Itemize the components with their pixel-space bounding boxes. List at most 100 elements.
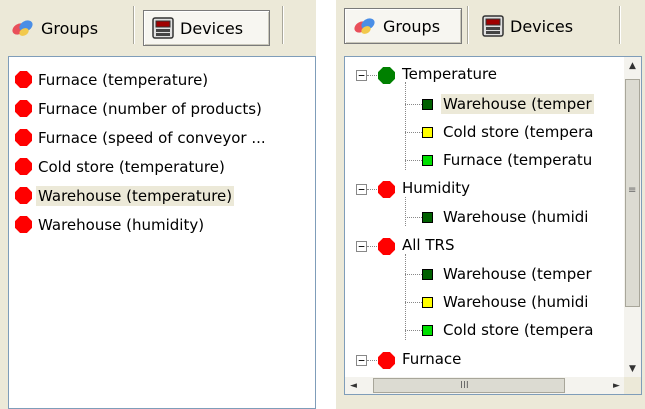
- tree-connector: [405, 132, 422, 133]
- tree-group-humidity[interactable]: − Humidity: [345, 176, 625, 204]
- tree-leaf[interactable]: Warehouse (humidi: [345, 289, 625, 317]
- collapse-icon[interactable]: −: [356, 70, 367, 81]
- list-item-selected[interactable]: Warehouse (temperature): [15, 181, 309, 210]
- tab-devices[interactable]: Devices: [481, 8, 611, 44]
- tree-connector: [367, 75, 377, 76]
- tab-separator: [282, 6, 284, 44]
- collapse-icon[interactable]: −: [356, 241, 367, 252]
- groups-icon: [353, 16, 377, 36]
- tree-connector: [367, 246, 377, 247]
- tree-connector: [367, 189, 377, 190]
- scroll-down-icon[interactable]: ▼: [624, 360, 641, 377]
- scroll-left-icon[interactable]: ◄: [345, 377, 362, 394]
- tree-group-label: Furnace: [402, 350, 462, 368]
- list-item[interactable]: Warehouse (humidity): [15, 210, 309, 239]
- tab-devices-label: Devices: [180, 18, 244, 38]
- devices-icon: [152, 17, 174, 39]
- scrollbar-thumb[interactable]: III: [373, 378, 565, 393]
- tree-leaf-label: Warehouse (humidi: [443, 293, 589, 311]
- device-color-square-icon: [422, 269, 433, 280]
- collapse-icon[interactable]: −: [356, 355, 367, 366]
- tab-groups[interactable]: Groups: [344, 8, 462, 44]
- scrollbar-corner: [624, 377, 641, 394]
- status-red-icon: [378, 181, 395, 198]
- tree-group-all-trs[interactable]: − All TRS: [345, 233, 625, 261]
- status-red-icon: [378, 352, 395, 369]
- status-red-icon: [15, 100, 32, 117]
- status-red-icon: [378, 238, 395, 255]
- tree-group-label: Temperature: [402, 65, 498, 83]
- device-color-square-icon: [422, 155, 433, 166]
- devices-list[interactable]: Furnace (temperature) Furnace (number of…: [8, 56, 316, 409]
- tree-connector: [405, 217, 422, 218]
- tree-leaf[interactable]: Warehouse (humidi: [345, 204, 625, 232]
- list-item[interactable]: Furnace (number of products): [15, 94, 309, 123]
- tab-bar: Groups Devices: [0, 0, 316, 56]
- status-red-icon: [15, 187, 32, 204]
- tab-groups[interactable]: Groups: [10, 10, 128, 46]
- tab-bar: Groups Devices: [336, 0, 645, 56]
- scroll-up-icon[interactable]: ▲: [624, 57, 641, 74]
- tab-devices[interactable]: Devices: [143, 10, 270, 46]
- list-item-label: Furnace (temperature): [38, 70, 209, 89]
- tree-leaf-selected[interactable]: Warehouse (temper: [345, 91, 625, 119]
- device-color-square-icon: [422, 127, 433, 138]
- tree-group-temperature[interactable]: − Temperature: [345, 62, 625, 90]
- tree-connector: [405, 302, 422, 303]
- device-color-square-icon: [422, 325, 433, 336]
- groups-icon: [11, 18, 35, 38]
- tab-separator: [467, 6, 469, 44]
- tree-leaf[interactable]: Cold store (tempera: [345, 119, 625, 147]
- tree-leaf[interactable]: Cold store (tempera: [345, 317, 625, 345]
- tree-group-label: Humidity: [402, 179, 471, 197]
- horizontal-scrollbar[interactable]: ◄ III ►: [345, 377, 625, 394]
- scrollbar-thumb[interactable]: ≡: [625, 79, 640, 307]
- groups-tree[interactable]: − Temperature Warehouse (temper Cold sto…: [344, 56, 642, 395]
- tree-leaf-label: Furnace (temperatu: [443, 151, 593, 169]
- device-color-square-icon: [422, 99, 433, 110]
- tree-connector: [367, 360, 377, 361]
- tree-connector: [405, 274, 422, 275]
- tab-groups-label: Groups: [41, 18, 99, 38]
- tree-connector: [405, 104, 422, 105]
- tree-leaf-label: Warehouse (humidi: [443, 208, 589, 226]
- tree-leaf[interactable]: Furnace (temperatu: [345, 147, 625, 175]
- list-item-label: Warehouse (temperature): [36, 185, 235, 206]
- devices-panel: Groups Devices Furnace (temperature) Fur…: [0, 0, 316, 409]
- list-item[interactable]: Cold store (temperature): [15, 152, 309, 181]
- devices-icon: [482, 15, 504, 37]
- tree-connector: [405, 330, 422, 331]
- device-color-square-icon: [422, 212, 433, 223]
- vertical-scrollbar[interactable]: ▲ ≡ ▼: [624, 57, 641, 377]
- tree-view: − Temperature Warehouse (temper Cold sto…: [345, 57, 625, 377]
- device-color-square-icon: [422, 297, 433, 308]
- list-item-label: Furnace (speed of conveyor ...: [38, 128, 266, 147]
- tree-connector: [405, 160, 422, 161]
- tab-separator: [619, 6, 621, 44]
- tree-leaf-label: Cold store (tempera: [443, 321, 594, 339]
- tree-leaf-label: Warehouse (temper: [441, 94, 594, 114]
- tab-devices-label: Devices: [510, 16, 574, 36]
- status-red-icon: [15, 216, 32, 233]
- list-item-label: Furnace (number of products): [38, 99, 262, 118]
- list-item-label: Cold store (temperature): [38, 157, 225, 176]
- status-red-icon: [15, 71, 32, 88]
- groups-panel: Groups Devices − Temperature Warehouse (…: [336, 0, 645, 409]
- tree-leaf[interactable]: Warehouse (temper: [345, 261, 625, 289]
- tree-group-label: All TRS: [402, 236, 455, 254]
- grip-icon: III: [460, 380, 469, 391]
- tree-leaf-label: Cold store (tempera: [443, 123, 594, 141]
- tree-group-furnace[interactable]: − Furnace: [345, 347, 625, 375]
- status-red-icon: [15, 129, 32, 146]
- status-green-icon: [378, 67, 395, 84]
- grip-icon: ≡: [628, 185, 637, 196]
- status-red-icon: [15, 158, 32, 175]
- tab-groups-label: Groups: [383, 16, 441, 36]
- list-item[interactable]: Furnace (speed of conveyor ...: [15, 123, 309, 152]
- list-item[interactable]: Furnace (temperature): [15, 65, 309, 94]
- list-item-label: Warehouse (humidity): [38, 215, 205, 234]
- scroll-right-icon[interactable]: ►: [608, 377, 625, 394]
- tab-separator: [133, 6, 135, 44]
- collapse-icon[interactable]: −: [356, 184, 367, 195]
- tree-leaf-label: Warehouse (temper: [443, 265, 592, 283]
